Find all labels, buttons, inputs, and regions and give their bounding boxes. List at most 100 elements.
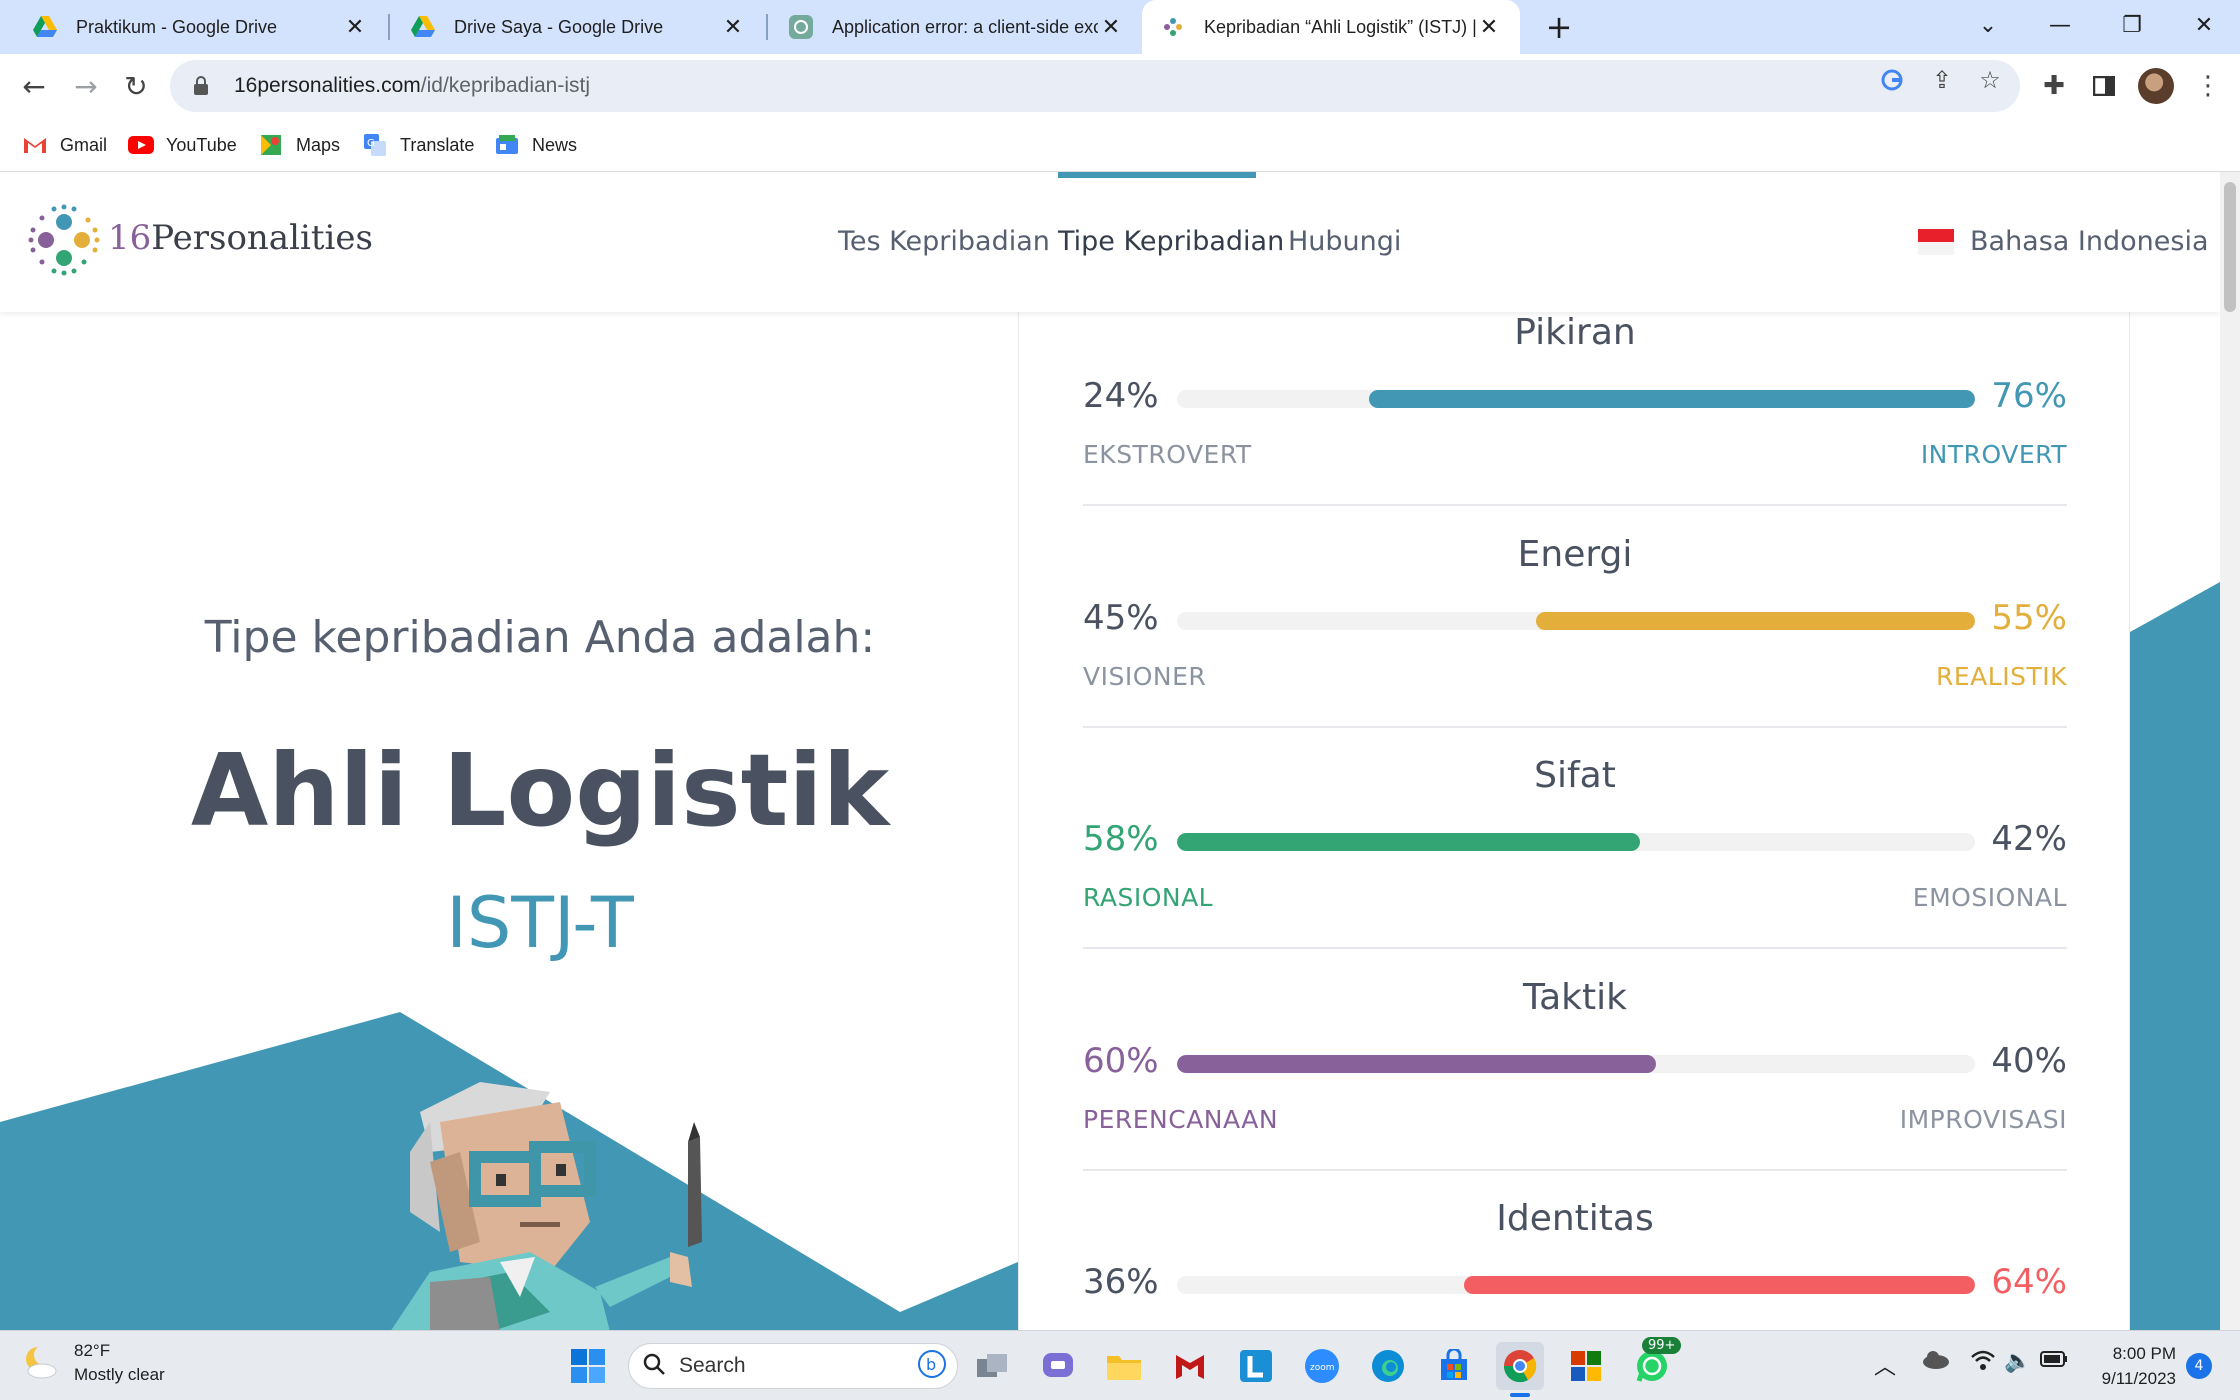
bookmark-star-icon[interactable]: ☆ <box>1974 64 2006 96</box>
gmail-icon <box>22 134 48 156</box>
tab-kepribadian[interactable]: Kepribadian “Ahli Logistik” (ISTJ) | 16P… <box>1142 0 1520 54</box>
close-tab-icon[interactable]: ✕ <box>1476 14 1502 40</box>
tab-praktikum[interactable]: Praktikum - Google Drive ✕ <box>14 0 386 54</box>
result-panel: Tipe kepribadian Anda adalah: Ahli Logis… <box>0 312 1018 1330</box>
new-tab-button[interactable]: + <box>1540 8 1578 46</box>
trait-identitas: Identitas 36% 64% <box>1083 1198 2067 1330</box>
running-indicator <box>1510 1393 1530 1397</box>
google-drive-icon <box>32 14 58 40</box>
chrome-icon[interactable] <box>1496 1342 1544 1390</box>
16personalities-logo-icon[interactable] <box>28 204 100 276</box>
tab-drive-saya[interactable]: Drive Saya - Google Drive ✕ <box>392 0 764 54</box>
nav-tipe-kepribadian[interactable]: Tipe Kepribadian <box>1058 226 1284 257</box>
language-selector[interactable]: Bahasa Indonesia <box>1918 226 2209 257</box>
lexicon-l-icon[interactable] <box>1232 1342 1280 1390</box>
site-header: 16Personalities Tes Kepribadian Tipe Kep… <box>0 172 2220 312</box>
wifi-icon[interactable] <box>1970 1349 1996 1377</box>
menu-kebab-icon[interactable]: ⋮ <box>2188 66 2228 106</box>
bookmark-gmail[interactable]: Gmail <box>22 128 107 162</box>
bookmark-maps[interactable]: Maps <box>258 128 340 162</box>
file-explorer-icon[interactable] <box>1100 1342 1148 1390</box>
taskbar-search[interactable]: Search b <box>628 1343 958 1389</box>
forward-icon[interactable]: → <box>66 66 106 106</box>
extensions-icon[interactable]: ✚ <box>2034 66 2074 106</box>
share-icon[interactable]: ⇪ <box>1926 64 1958 96</box>
show-hidden-icons-chevron-icon[interactable]: ︿ <box>1874 1349 1896 1381</box>
tab-title: Drive Saya - Google Drive <box>454 16 664 37</box>
profile-avatar[interactable] <box>2138 68 2174 104</box>
trait-bar-track <box>1177 833 1975 851</box>
restore-icon[interactable]: ❐ <box>2102 0 2162 50</box>
trait-bar-fill <box>1464 1276 1975 1294</box>
divider <box>1083 947 2067 949</box>
scrollbar-thumb[interactable] <box>2224 182 2236 312</box>
svg-text:zoom: zoom <box>1310 1363 1335 1373</box>
logistician-character-illustration <box>391 1082 702 1330</box>
trait-right-percent: 40% <box>1991 1041 2067 1081</box>
temperature: 82°F <box>74 1341 111 1360</box>
nav-tes-kepribadian[interactable]: Tes Kepribadian <box>838 226 1050 257</box>
teams-chat-icon[interactable] <box>1034 1342 1082 1390</box>
close-tab-icon[interactable]: ✕ <box>720 14 746 40</box>
minimize-icon[interactable]: — <box>2030 0 2090 50</box>
youtube-icon <box>128 134 154 156</box>
windows-taskbar: 82°F Mostly clear Search b zoom 99+ ︿ 🔈 … <box>0 1330 2240 1400</box>
site-logo-text[interactable]: 16Personalities <box>108 218 373 258</box>
bookmark-translate[interactable]: G Translate <box>362 128 474 162</box>
trait-pikiran: Pikiran 24% 76% EKSTROVERT INTROVERT <box>1083 312 2067 534</box>
divider <box>1083 504 2067 506</box>
address-bar[interactable]: 16personalities.com/id/kepribadian-istj <box>170 60 2020 112</box>
trait-left-label: RASIONAL <box>1083 883 1214 912</box>
trait-energi: Energi 45% 55% VISIONER REALISTIK <box>1083 534 2067 756</box>
system-clock[interactable]: 8:00 PM 9/11/2023 <box>2080 1341 2176 1391</box>
microsoft-store-icon[interactable] <box>1430 1342 1478 1390</box>
moon-cloud-icon <box>26 1345 57 1379</box>
google-lens-icon[interactable] <box>1876 64 1908 96</box>
tab-application-error[interactable]: Application error: a client-side excepti… <box>770 0 1142 54</box>
trait-left-label: PERENCANAAN <box>1083 1105 1279 1134</box>
trait-name: Pikiran <box>1514 312 1636 353</box>
lock-icon <box>192 76 212 96</box>
tab-strip: Praktikum - Google Drive ✕ Drive Saya - … <box>0 0 2240 54</box>
back-icon[interactable]: ← <box>14 66 54 106</box>
trait-bar-fill <box>1368 390 1975 408</box>
trait-name: Sifat <box>1534 755 1616 796</box>
trait-right-percent: 55% <box>1991 598 2067 638</box>
battery-icon[interactable] <box>2040 1349 2068 1374</box>
trait-left-percent: 36% <box>1083 1262 1159 1302</box>
tab-title: Kepribadian “Ahli Logistik” (ISTJ) | 16P… <box>1204 16 1476 37</box>
nav-hubungi[interactable]: Hubungi <box>1288 226 1401 257</box>
close-tab-icon[interactable]: ✕ <box>342 14 368 40</box>
whatsapp-unread-badge: 99+ <box>1642 1337 1682 1354</box>
weather-widget[interactable]: 82°F Mostly clear <box>20 1339 165 1387</box>
volume-icon[interactable]: 🔈 <box>2004 1349 2031 1374</box>
reload-icon[interactable]: ↻ <box>116 66 156 106</box>
tab-search-chevron-icon[interactable]: ⌄ <box>1958 0 2018 50</box>
svg-text:b: b <box>926 1355 936 1374</box>
notification-count-badge[interactable]: 4 <box>2186 1353 2212 1379</box>
result-intro: Tipe kepribadian Anda adalah: <box>204 612 876 663</box>
side-panel-icon[interactable] <box>2084 66 2124 106</box>
task-view-icon[interactable] <box>968 1342 1016 1390</box>
close-window-icon[interactable]: ✕ <box>2174 0 2234 50</box>
trait-right-label: REALISTIK <box>1936 662 2067 691</box>
tab-title: Praktikum - Google Drive <box>76 16 278 37</box>
close-tab-icon[interactable]: ✕ <box>1098 14 1124 40</box>
windows-start-icon[interactable] <box>564 1342 612 1390</box>
trait-bar-track <box>1177 390 1975 408</box>
trait-left-label: EKSTROVERT <box>1083 440 1252 469</box>
bookmark-news[interactable]: News <box>494 128 577 162</box>
trait-bar-fill <box>1177 833 1640 851</box>
page-scrollbar[interactable] <box>2220 172 2240 1330</box>
onedrive-cloud-icon[interactable] <box>1922 1349 1950 1375</box>
clock-date: 9/11/2023 <box>2101 1369 2176 1388</box>
trait-sifat: Sifat 58% 42% RASIONAL EMOSIONAL <box>1083 755 2067 977</box>
office-apps-icon[interactable] <box>1562 1342 1610 1390</box>
edge-icon[interactable] <box>1364 1342 1412 1390</box>
news-icon <box>494 134 520 156</box>
divider <box>1083 726 2067 728</box>
mcafee-icon[interactable] <box>1166 1342 1214 1390</box>
zoom-icon[interactable]: zoom <box>1298 1342 1346 1390</box>
bookmark-youtube[interactable]: YouTube <box>128 128 237 162</box>
search-icon <box>643 1353 665 1379</box>
